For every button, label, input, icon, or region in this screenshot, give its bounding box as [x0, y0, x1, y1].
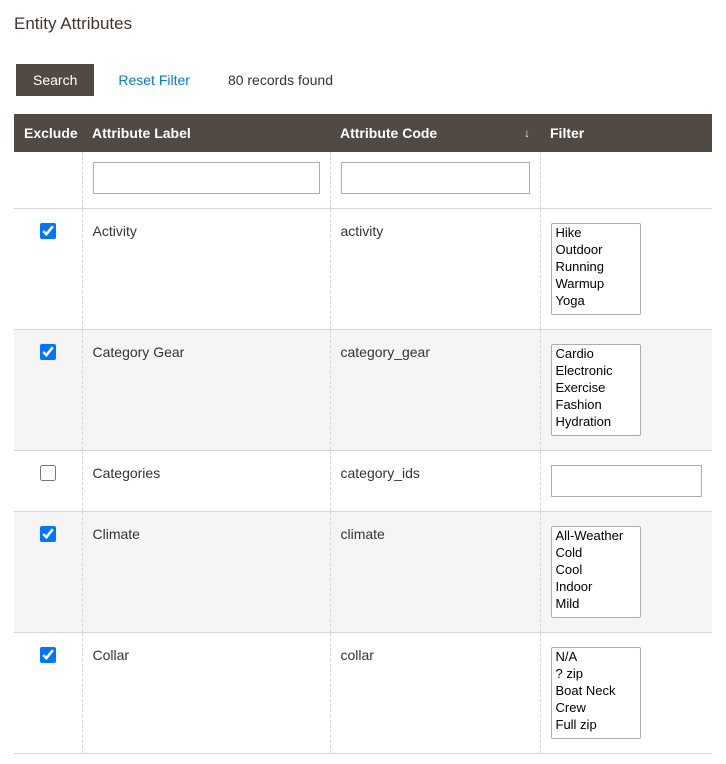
- filter-option[interactable]: Boat Neck: [552, 682, 640, 699]
- filter-option[interactable]: Hike: [552, 224, 640, 241]
- cell-filter: CardioElectronicExerciseFashionHydration: [540, 330, 712, 451]
- filter-option[interactable]: Electronic: [552, 362, 640, 379]
- filter-option[interactable]: Warmup: [552, 275, 640, 292]
- cell-attribute-label: Categories: [82, 451, 330, 512]
- sort-arrow-down-icon: ↓: [524, 126, 530, 140]
- grid-toolbar: Search Reset Filter 80 records found: [14, 64, 712, 96]
- filter-input-attribute-code[interactable]: [341, 162, 530, 194]
- exclude-checkbox[interactable]: [40, 526, 56, 542]
- cell-filter: HikeOutdoorRunningWarmupYoga: [540, 209, 712, 330]
- search-button[interactable]: Search: [16, 64, 94, 96]
- filter-option[interactable]: Outdoor: [552, 241, 640, 258]
- filter-multiselect[interactable]: N/A? zipBoat NeckCrewFull zip: [551, 647, 641, 739]
- table-row: CollarcollarN/A? zipBoat NeckCrewFull zi…: [14, 633, 712, 754]
- filter-option[interactable]: All-Weather: [552, 527, 640, 544]
- column-header-attribute-label[interactable]: Attribute Label: [82, 114, 330, 152]
- cell-attribute-label: Activity: [82, 209, 330, 330]
- records-found-label: 80 records found: [228, 72, 333, 88]
- table-row: Category Gearcategory_gearCardioElectron…: [14, 330, 712, 451]
- reset-filter-button[interactable]: Reset Filter: [118, 72, 190, 88]
- page-title: Entity Attributes: [14, 14, 712, 34]
- filter-option[interactable]: Mild: [552, 595, 640, 612]
- table-row: ClimateclimateAll-WeatherColdCoolIndoorM…: [14, 512, 712, 633]
- cell-attribute-code: collar: [330, 633, 540, 754]
- cell-attribute-label: Category Gear: [82, 330, 330, 451]
- exclude-checkbox[interactable]: [40, 465, 56, 481]
- column-header-filter[interactable]: Filter: [540, 114, 712, 152]
- attributes-grid: Exclude Attribute Label Attribute Code ↓…: [14, 114, 712, 754]
- cell-attribute-label: Collar: [82, 633, 330, 754]
- exclude-checkbox[interactable]: [40, 647, 56, 663]
- filter-option[interactable]: N/A: [552, 648, 640, 665]
- filter-option[interactable]: ? zip: [552, 665, 640, 682]
- filter-option[interactable]: Yoga: [552, 292, 640, 309]
- filter-option[interactable]: Indoor: [552, 578, 640, 595]
- filter-option[interactable]: Hydration: [552, 413, 640, 430]
- column-header-attribute-code[interactable]: Attribute Code ↓: [330, 114, 540, 152]
- cell-filter: N/A? zipBoat NeckCrewFull zip: [540, 633, 712, 754]
- filter-option[interactable]: Crew: [552, 699, 640, 716]
- filter-row: [14, 152, 712, 209]
- cell-attribute-code: activity: [330, 209, 540, 330]
- table-row: ActivityactivityHikeOutdoorRunningWarmup…: [14, 209, 712, 330]
- exclude-checkbox[interactable]: [40, 344, 56, 360]
- cell-attribute-code: category_ids: [330, 451, 540, 512]
- cell-attribute-code: category_gear: [330, 330, 540, 451]
- exclude-checkbox[interactable]: [40, 223, 56, 239]
- column-header-attribute-code-text: Attribute Code: [340, 125, 437, 141]
- filter-option[interactable]: Cardio: [552, 345, 640, 362]
- filter-text-input[interactable]: [551, 465, 703, 497]
- cell-attribute-code: climate: [330, 512, 540, 633]
- filter-option[interactable]: Fashion: [552, 396, 640, 413]
- column-header-exclude[interactable]: Exclude: [14, 114, 82, 152]
- cell-filter: [540, 451, 712, 512]
- filter-multiselect[interactable]: All-WeatherColdCoolIndoorMild: [551, 526, 641, 618]
- filter-option[interactable]: Cold: [552, 544, 640, 561]
- filter-option[interactable]: Running: [552, 258, 640, 275]
- filter-multiselect[interactable]: CardioElectronicExerciseFashionHydration: [551, 344, 641, 436]
- filter-option[interactable]: Exercise: [552, 379, 640, 396]
- filter-input-attribute-label[interactable]: [93, 162, 320, 194]
- table-row: Categoriescategory_ids: [14, 451, 712, 512]
- filter-option[interactable]: Full zip: [552, 716, 640, 733]
- filter-multiselect[interactable]: HikeOutdoorRunningWarmupYoga: [551, 223, 641, 315]
- cell-filter: All-WeatherColdCoolIndoorMild: [540, 512, 712, 633]
- cell-attribute-label: Climate: [82, 512, 330, 633]
- filter-option[interactable]: Cool: [552, 561, 640, 578]
